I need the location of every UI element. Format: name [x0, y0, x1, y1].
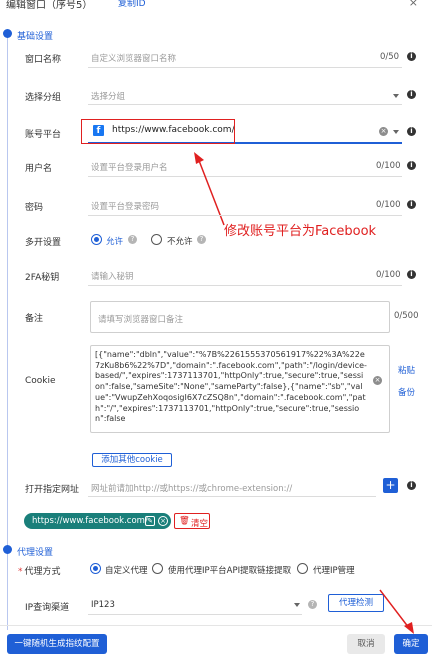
clear-button[interactable]: 🗑 清空: [174, 513, 210, 529]
timeline-line: [7, 30, 8, 630]
username-input[interactable]: 设置平台登录用户名: [91, 161, 168, 173]
edit-icon[interactable]: ✎: [145, 516, 155, 526]
radio-ip-manage[interactable]: [297, 563, 308, 574]
twofa-count: 0/100: [376, 270, 401, 280]
username-underline: [88, 176, 402, 177]
annotation-text: 修改账号平台为Facebook: [224, 224, 377, 239]
api-proxy-label[interactable]: 使用代理IP平台API提取链接提取: [168, 564, 291, 576]
ip-channel-select[interactable]: IP123: [91, 600, 115, 610]
proxy-mode-text: 代理方式: [24, 567, 61, 577]
disallow-label[interactable]: 不允许: [167, 235, 193, 247]
question-icon[interactable]: ?: [128, 235, 137, 244]
platform-label: 账号平台: [25, 130, 62, 140]
group-underline: [88, 104, 402, 105]
window-name-count: 0/50: [380, 52, 400, 62]
proxy-check-button[interactable]: 代理检测: [328, 594, 384, 612]
chevron-down-icon[interactable]: [294, 603, 300, 607]
window-name-label: 窗口名称: [25, 55, 62, 65]
info-icon[interactable]: i: [407, 200, 416, 209]
annotation-box: [81, 119, 235, 144]
ip-channel-label: IP查询渠道: [25, 603, 70, 613]
proxy-mode-label: * 代理方式: [18, 567, 61, 577]
clear-icon[interactable]: ×: [379, 127, 388, 136]
twofa-label: 2FA秘钥: [25, 273, 60, 283]
random-fingerprint-button[interactable]: 一键随机生成指纹配置: [7, 634, 107, 654]
close-icon[interactable]: ×: [158, 516, 168, 526]
section-proxy: 代理设置: [17, 548, 54, 558]
footer-divider: [0, 625, 432, 626]
allow-label[interactable]: 允许: [106, 235, 123, 247]
remark-placeholder: 请填写浏览器窗口备注: [98, 315, 184, 325]
info-icon[interactable]: i: [407, 90, 416, 99]
trash-icon: 🗑: [179, 516, 190, 526]
paste-link[interactable]: 粘贴: [398, 364, 415, 376]
dialog-header: 编辑窗口（序号5） 复制ID ×: [0, 0, 432, 14]
ip-channel-underline: [88, 614, 302, 615]
question-icon[interactable]: ?: [308, 600, 317, 609]
info-icon[interactable]: i: [407, 161, 416, 170]
chevron-down-icon[interactable]: [393, 130, 399, 134]
username-label: 用户名: [25, 164, 53, 174]
radio-custom-proxy[interactable]: [90, 563, 101, 574]
plus-icon[interactable]: +: [383, 478, 398, 493]
username-count: 0/100: [376, 161, 401, 171]
info-icon[interactable]: i: [407, 52, 416, 61]
open-url-underline: [88, 496, 376, 497]
clear-label: 清空: [191, 519, 209, 529]
annotation-arrow: [379, 589, 414, 634]
backup-link[interactable]: 备份: [398, 386, 415, 398]
url-chip-text: https://www.facebook.com/: [32, 516, 148, 526]
twofa-underline: [88, 285, 402, 286]
section-basic: 基础设置: [17, 32, 54, 42]
info-icon[interactable]: i: [407, 127, 416, 136]
close-icon[interactable]: ×: [409, 0, 418, 9]
radio-api-proxy[interactable]: [152, 563, 163, 574]
ip-manage-label[interactable]: 代理IP管理: [313, 564, 355, 576]
password-count: 0/100: [376, 200, 401, 210]
radio-allow[interactable]: [91, 234, 102, 245]
add-cookie-button[interactable]: 添加其他cookie: [92, 453, 172, 467]
cancel-button[interactable]: 取消: [347, 634, 385, 654]
confirm-button[interactable]: 确定: [394, 634, 428, 654]
open-url-input[interactable]: 网址前请加http://或https://或chrome-extension:/…: [91, 482, 292, 494]
dialog-title: 编辑窗口（序号5）: [6, 0, 93, 11]
timeline-dot: [3, 545, 12, 554]
clear-icon[interactable]: ×: [373, 376, 382, 385]
open-url-label: 打开指定网址: [25, 485, 80, 495]
remark-count: 0/500: [394, 311, 419, 321]
cookie-label: Cookie: [25, 376, 56, 386]
question-icon[interactable]: ?: [197, 235, 206, 244]
chevron-down-icon[interactable]: [393, 94, 399, 98]
password-label: 密码: [25, 203, 44, 213]
password-underline: [88, 215, 402, 216]
copy-id-link[interactable]: 复制ID: [118, 0, 146, 9]
info-icon[interactable]: i: [407, 481, 416, 490]
remark-label: 备注: [25, 314, 44, 324]
multi-open-label: 多开设置: [25, 238, 62, 248]
info-icon[interactable]: i: [407, 270, 416, 279]
password-input[interactable]: 设置平台登录密码: [91, 200, 159, 212]
annotation-arrow: [194, 152, 225, 226]
url-chip: https://www.facebook.com/ ✎ ×: [24, 513, 171, 529]
window-name-input[interactable]: 自定义浏览器窗口名称: [91, 52, 176, 64]
group-select[interactable]: 选择分组: [91, 90, 125, 102]
group-label: 选择分组: [25, 93, 62, 103]
custom-proxy-label[interactable]: 自定义代理: [105, 564, 148, 576]
twofa-input[interactable]: 请输入秘钥: [91, 270, 134, 282]
cookie-value: [{"name":"dbln","value":"%7B%22615553705…: [95, 350, 367, 424]
radio-disallow[interactable]: [151, 234, 162, 245]
window-name-underline: [88, 67, 402, 68]
timeline-dot: [3, 29, 12, 38]
